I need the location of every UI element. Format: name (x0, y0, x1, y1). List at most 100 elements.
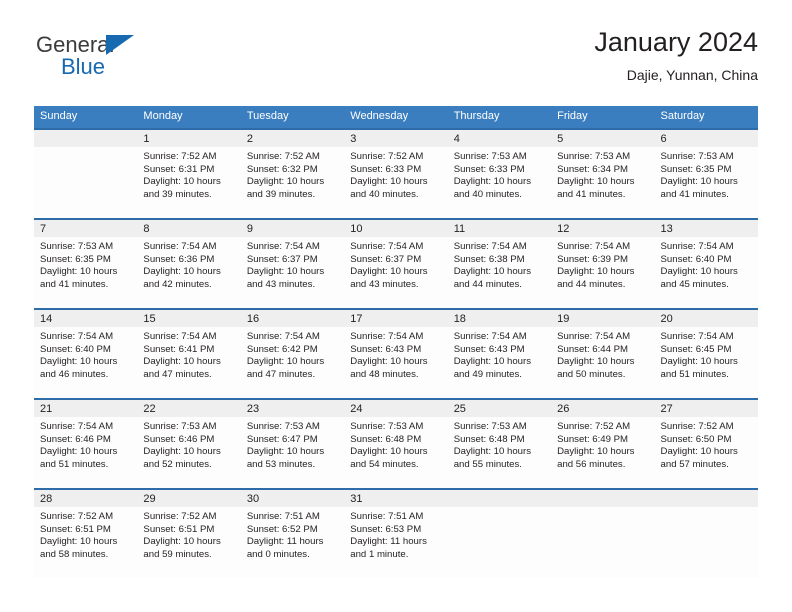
daylight-text-line1: Daylight: 10 hours (40, 446, 118, 458)
daylight-text-line1: Daylight: 11 hours (350, 536, 427, 548)
sunrise-text: Sunrise: 7:54 AM (40, 331, 114, 342)
sunset-text: Sunset: 6:49 PM (557, 433, 629, 445)
day-cell[interactable]: 2 Sunrise: 7:52 AM Sunset: 6:32 PM Dayli… (240, 130, 345, 218)
day-details: Sunrise: 7:53 AM Sunset: 6:48 PM Dayligh… (448, 417, 551, 471)
sunset-text: Sunset: 6:35 PM (660, 163, 732, 175)
daylight-text-line1: Daylight: 10 hours (40, 536, 118, 548)
daylight-text-line2: and 42 minutes. (143, 278, 212, 290)
day-details (34, 147, 137, 151)
day-cell[interactable]: 24 Sunrise: 7:53 AM Sunset: 6:48 PM Dayl… (344, 400, 448, 488)
day-cell[interactable]: 9 Sunrise: 7:54 AM Sunset: 6:37 PM Dayli… (240, 220, 345, 308)
day-details: Sunrise: 7:54 AM Sunset: 6:46 PM Dayligh… (34, 417, 137, 471)
logo-text-blue: Blue (61, 54, 106, 79)
day-number: 26 (551, 400, 655, 417)
day-number: 20 (654, 310, 758, 327)
daylight-text-line1: Daylight: 10 hours (557, 356, 635, 368)
week-row: 7 Sunrise: 7:53 AM Sunset: 6:35 PM Dayli… (34, 218, 758, 308)
day-number: 23 (240, 400, 345, 417)
day-cell[interactable]: 25 Sunrise: 7:53 AM Sunset: 6:48 PM Dayl… (447, 400, 552, 488)
sunrise-text: Sunrise: 7:52 AM (350, 151, 424, 162)
day-cell[interactable]: 17 Sunrise: 7:54 AM Sunset: 6:43 PM Dayl… (344, 310, 448, 398)
day-cell[interactable]: 22 Sunrise: 7:53 AM Sunset: 6:46 PM Dayl… (137, 400, 241, 488)
sunset-text: Sunset: 6:37 PM (350, 253, 422, 265)
day-cell[interactable] (654, 490, 758, 578)
day-details: Sunrise: 7:53 AM Sunset: 6:47 PM Dayligh… (241, 417, 344, 471)
week-row: 21 Sunrise: 7:54 AM Sunset: 6:46 PM Dayl… (34, 398, 758, 488)
daylight-text-line2: and 40 minutes. (350, 188, 419, 200)
daylight-text-line2: and 41 minutes. (557, 188, 626, 200)
day-cell[interactable]: 19 Sunrise: 7:54 AM Sunset: 6:44 PM Dayl… (551, 310, 655, 398)
day-cell[interactable]: 13 Sunrise: 7:54 AM Sunset: 6:40 PM Dayl… (654, 220, 758, 308)
daylight-text-line2: and 51 minutes. (40, 458, 109, 470)
day-cell[interactable]: 30 Sunrise: 7:51 AM Sunset: 6:52 PM Dayl… (240, 490, 345, 578)
daylight-text-line2: and 43 minutes. (246, 278, 316, 290)
sunrise-text: Sunrise: 7:53 AM (40, 241, 114, 252)
sunrise-text: Sunrise: 7:52 AM (246, 151, 320, 162)
sunset-text: Sunset: 6:43 PM (453, 343, 525, 355)
page-subtitle-location: Dajie, Yunnan, China (626, 67, 758, 83)
day-cell[interactable]: 26 Sunrise: 7:52 AM Sunset: 6:49 PM Dayl… (551, 400, 655, 488)
day-cell[interactable] (447, 490, 552, 578)
day-cell[interactable]: 4 Sunrise: 7:53 AM Sunset: 6:33 PM Dayli… (447, 130, 552, 218)
day-cell[interactable]: 27 Sunrise: 7:52 AM Sunset: 6:50 PM Dayl… (654, 400, 758, 488)
day-cell[interactable]: 12 Sunrise: 7:54 AM Sunset: 6:39 PM Dayl… (551, 220, 655, 308)
day-cell[interactable]: 10 Sunrise: 7:54 AM Sunset: 6:37 PM Dayl… (344, 220, 448, 308)
daylight-text-line1: Daylight: 10 hours (557, 266, 635, 278)
day-number: 6 (654, 130, 758, 147)
sunset-text: Sunset: 6:50 PM (660, 433, 732, 445)
day-number: 13 (654, 220, 758, 237)
daylight-text-line1: Daylight: 10 hours (350, 356, 428, 368)
weekday-header-row: Sunday Monday Tuesday Wednesday Thursday… (34, 106, 758, 128)
daylight-text-line1: Daylight: 10 hours (350, 446, 428, 458)
sunrise-text: Sunrise: 7:54 AM (453, 241, 527, 252)
day-cell[interactable]: 8 Sunrise: 7:54 AM Sunset: 6:36 PM Dayli… (137, 220, 241, 308)
general-blue-logo[interactable]: General Blue (34, 32, 254, 92)
sunset-text: Sunset: 6:32 PM (246, 163, 318, 175)
day-cell[interactable]: 18 Sunrise: 7:54 AM Sunset: 6:43 PM Dayl… (447, 310, 552, 398)
calendar-page: General Blue January 2024 Dajie, Yunnan,… (0, 0, 792, 612)
daylight-text-line1: Daylight: 10 hours (660, 266, 738, 278)
daylight-text-line2: and 49 minutes. (453, 368, 522, 380)
day-cell[interactable]: 31 Sunrise: 7:51 AM Sunset: 6:53 PM Dayl… (344, 490, 448, 578)
day-cell[interactable]: 15 Sunrise: 7:54 AM Sunset: 6:41 PM Dayl… (137, 310, 241, 398)
day-cell[interactable]: 5 Sunrise: 7:53 AM Sunset: 6:34 PM Dayli… (551, 130, 655, 218)
sunrise-text: Sunrise: 7:52 AM (143, 151, 217, 162)
day-cell[interactable]: 20 Sunrise: 7:54 AM Sunset: 6:45 PM Dayl… (654, 310, 758, 398)
day-number (551, 490, 655, 507)
day-cell[interactable]: 28 Sunrise: 7:52 AM Sunset: 6:51 PM Dayl… (34, 490, 138, 578)
day-details: Sunrise: 7:52 AM Sunset: 6:50 PM Dayligh… (655, 417, 758, 471)
day-cell[interactable]: 1 Sunrise: 7:52 AM Sunset: 6:31 PM Dayli… (137, 130, 241, 218)
daylight-text-line1: Daylight: 10 hours (143, 356, 221, 368)
sunset-text: Sunset: 6:33 PM (350, 163, 422, 175)
sunrise-text: Sunrise: 7:52 AM (557, 421, 631, 432)
day-cell[interactable] (551, 490, 655, 578)
daylight-text-line2: and 0 minutes. (246, 548, 310, 560)
daylight-text-line1: Daylight: 10 hours (143, 266, 221, 278)
sunrise-text: Sunrise: 7:54 AM (453, 331, 527, 342)
day-cell[interactable]: 29 Sunrise: 7:52 AM Sunset: 6:51 PM Dayl… (137, 490, 241, 578)
day-cell[interactable]: 21 Sunrise: 7:54 AM Sunset: 6:46 PM Dayl… (34, 400, 138, 488)
daylight-text-line2: and 39 minutes. (143, 188, 212, 200)
day-cell[interactable]: 6 Sunrise: 7:53 AM Sunset: 6:35 PM Dayli… (654, 130, 758, 218)
day-number: 3 (344, 130, 448, 147)
day-number: 7 (34, 220, 138, 237)
day-cell[interactable]: 16 Sunrise: 7:54 AM Sunset: 6:42 PM Dayl… (240, 310, 345, 398)
day-number (447, 490, 552, 507)
day-details: Sunrise: 7:53 AM Sunset: 6:33 PM Dayligh… (448, 147, 551, 201)
day-cell[interactable]: 14 Sunrise: 7:54 AM Sunset: 6:40 PM Dayl… (34, 310, 138, 398)
day-details: Sunrise: 7:52 AM Sunset: 6:51 PM Dayligh… (137, 507, 240, 561)
daylight-text-line1: Daylight: 10 hours (557, 176, 635, 188)
daylight-text-line2: and 47 minutes. (246, 368, 316, 380)
weekday-header-wednesday: Wednesday (350, 110, 409, 122)
day-cell[interactable] (34, 130, 138, 218)
day-cell[interactable]: 11 Sunrise: 7:54 AM Sunset: 6:38 PM Dayl… (447, 220, 552, 308)
week-row: 28 Sunrise: 7:52 AM Sunset: 6:51 PM Dayl… (34, 488, 758, 578)
sunset-text: Sunset: 6:43 PM (350, 343, 422, 355)
day-cell[interactable]: 23 Sunrise: 7:53 AM Sunset: 6:47 PM Dayl… (240, 400, 345, 488)
day-number: 15 (137, 310, 241, 327)
day-details: Sunrise: 7:54 AM Sunset: 6:44 PM Dayligh… (551, 327, 654, 381)
day-number: 5 (551, 130, 655, 147)
sunrise-text: Sunrise: 7:52 AM (660, 421, 734, 432)
day-cell[interactable]: 3 Sunrise: 7:52 AM Sunset: 6:33 PM Dayli… (344, 130, 448, 218)
day-cell[interactable]: 7 Sunrise: 7:53 AM Sunset: 6:35 PM Dayli… (34, 220, 138, 308)
